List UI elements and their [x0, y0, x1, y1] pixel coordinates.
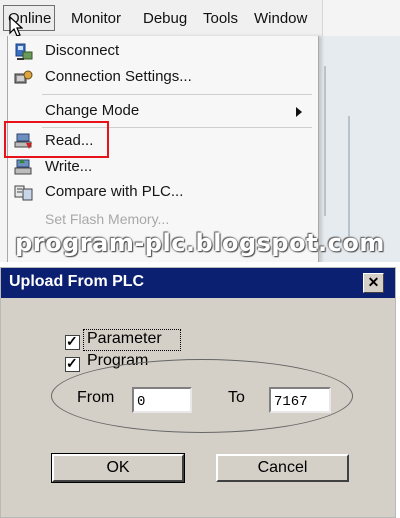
- connection-settings-icon: [14, 70, 33, 84]
- app-window-region: Online Monitor Debug Tools Window Discon…: [0, 0, 400, 262]
- menu-item-label: Set Flash Memory...: [45, 211, 170, 227]
- menu-item-label: Change Mode: [45, 102, 140, 119]
- from-label: From: [77, 389, 115, 406]
- menu-item-disconnect[interactable]: Disconnect: [8, 41, 316, 63]
- menu-item-compare-with-plc[interactable]: Compare with PLC...: [8, 182, 316, 204]
- program-checkbox[interactable]: ✓: [65, 355, 80, 372]
- upload-from-plc-dialog: Upload From PLC ✕ ✓ Parameter ✓ Program …: [0, 267, 396, 518]
- menu-monitor[interactable]: Monitor: [71, 10, 121, 27]
- submenu-arrow-icon: [296, 107, 302, 117]
- menu-separator: [42, 94, 312, 95]
- ok-button[interactable]: OK: [51, 453, 185, 483]
- menu-item-label: Connection Settings...: [45, 68, 192, 85]
- menu-debug[interactable]: Debug: [143, 10, 187, 27]
- close-icon: ✕: [367, 274, 380, 290]
- write-icon: [14, 159, 32, 175]
- parameter-checkbox[interactable]: ✓: [65, 333, 80, 350]
- watermark-text: program-plc.blogspot.com: [15, 229, 385, 257]
- to-label: To: [228, 389, 245, 406]
- dialog-titlebar: Upload From PLC ✕: [1, 268, 395, 298]
- cancel-button[interactable]: Cancel: [216, 454, 349, 482]
- to-address-input[interactable]: 7167: [269, 387, 331, 413]
- checkmark-icon: ✓: [66, 355, 78, 371]
- disconnect-icon: [15, 43, 33, 60]
- from-address-input[interactable]: 0: [132, 387, 192, 413]
- menu-bar: Online Monitor Debug Tools Window: [0, 0, 323, 37]
- menu-item-label: Disconnect: [45, 42, 120, 59]
- focus-rectangle: [83, 329, 181, 351]
- menu-tools[interactable]: Tools: [203, 10, 238, 27]
- checkmark-icon: ✓: [66, 333, 78, 349]
- menu-item-write[interactable]: Write...: [8, 157, 316, 179]
- dialog-title: Upload From PLC: [9, 273, 145, 290]
- close-button[interactable]: ✕: [363, 273, 384, 293]
- menu-item-connection-settings[interactable]: Connection Settings...: [8, 67, 316, 89]
- menu-item-label: Write...: [45, 158, 93, 175]
- mouse-cursor-icon: [9, 16, 23, 37]
- menu-item-label: Compare with PLC...: [45, 183, 184, 200]
- menu-window[interactable]: Window: [254, 10, 307, 27]
- compare-icon: [14, 185, 33, 201]
- menu-item-change-mode[interactable]: Change Mode: [8, 101, 316, 123]
- highlight-box: [4, 121, 109, 158]
